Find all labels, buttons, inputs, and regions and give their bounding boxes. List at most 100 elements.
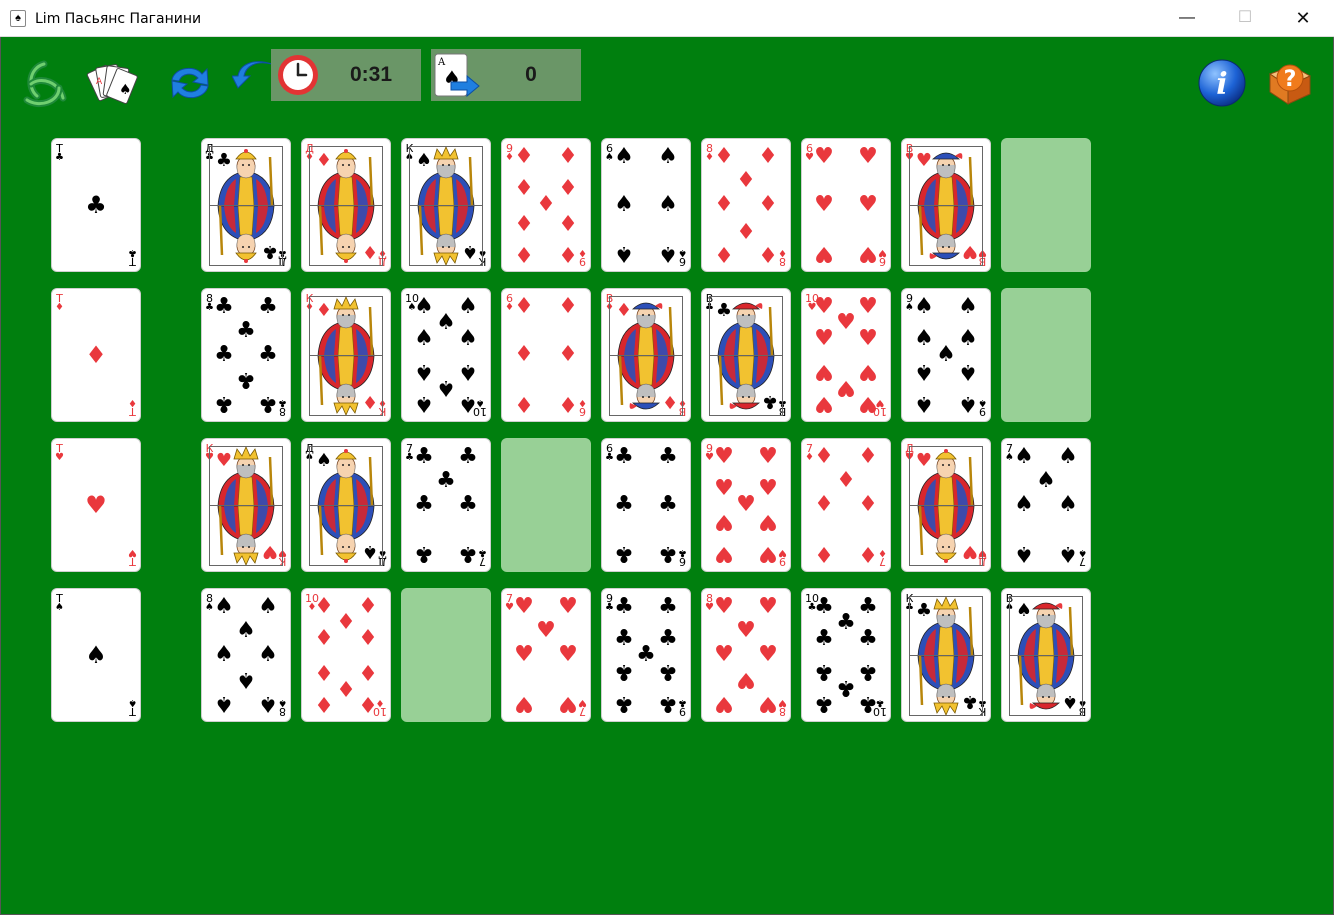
playing-card[interactable]: 10 ♠ 10 ♠ ♠ ♠ ♠ ♠ ♠ ♠ ♠ ♠ ♠ ♠ xyxy=(401,288,491,422)
face-suit-mark: ♥ xyxy=(261,541,279,562)
face-suit-mark: ♠ xyxy=(315,450,333,471)
playing-card[interactable]: 7 ♦ 7 ♦ ♦ ♦ ♦ ♦ ♦ ♦ ♦ xyxy=(801,438,891,572)
playing-card[interactable]: В ♣ В ♣ ♣ ♣ xyxy=(701,288,791,422)
playing-card[interactable]: 6 ♠ 6 ♠ ♠ ♠ ♠ ♠ ♠ ♠ xyxy=(601,138,691,272)
help-book-icon[interactable]: ? xyxy=(1266,60,1314,108)
card-pip: ♥ xyxy=(736,492,756,517)
empty-card-slot[interactable] xyxy=(401,588,491,722)
card-pip: ♣ xyxy=(858,659,878,684)
playing-card[interactable]: В ♥ В ♥ ♥ ♥ xyxy=(901,138,991,272)
playing-card[interactable]: 9 ♣ 9 ♣ ♣ ♣ ♣ ♣ ♣ ♣ ♣ ♣ ♣ xyxy=(601,588,691,722)
card-pip: ♥ xyxy=(758,509,778,534)
card-pip: ♦ xyxy=(814,492,834,517)
card-pip: ♥ xyxy=(858,391,878,416)
close-button[interactable]: ✕ xyxy=(1274,0,1332,37)
playing-card[interactable]: 7 ♥ 7 ♥ ♥ ♥ ♥ ♥ ♥ ♥ ♥ xyxy=(501,588,591,722)
card-pip: ♥ xyxy=(736,618,756,643)
card-pip: ♦ xyxy=(836,468,856,493)
card-pip: ♣ xyxy=(614,541,634,566)
playing-card[interactable]: К ♣ К ♣ ♣ ♣ xyxy=(901,588,991,722)
playing-card[interactable]: Д ♣ Д ♣ ♣ ♣ xyxy=(201,138,291,272)
card-suit: ♥ xyxy=(55,452,64,463)
portrait-divider xyxy=(910,655,982,656)
card-pip: ♠ xyxy=(214,642,234,667)
moves-value: 0 xyxy=(525,63,537,86)
card-pip: ♦ xyxy=(758,192,778,217)
redeal-arrows-icon[interactable] xyxy=(166,60,214,106)
svg-text:♠: ♠ xyxy=(119,82,132,98)
card-center-pip: ♦ xyxy=(85,341,107,369)
playing-card[interactable]: К ♥ К ♥ ♥ ♥ xyxy=(201,438,291,572)
playing-card[interactable]: 6 ♣ 6 ♣ ♣ ♣ ♣ ♣ ♣ ♣ xyxy=(601,438,691,572)
playing-card[interactable]: 10 ♦ 10 ♦ ♦ ♦ ♦ ♦ ♦ ♦ ♦ ♦ ♦ ♦ xyxy=(301,588,391,722)
card-suit: ♠ xyxy=(978,397,987,408)
card-index: Т ♠ xyxy=(128,697,137,718)
playing-card[interactable]: 6 ♦ 6 ♦ ♦ ♦ ♦ ♦ ♦ ♦ xyxy=(501,288,591,422)
card-index: 7 ♦ xyxy=(878,547,887,568)
playing-card[interactable]: 9 ♠ 9 ♠ ♠ ♠ ♠ ♠ ♠ ♠ ♠ ♠ ♠ xyxy=(901,288,991,422)
empty-card-slot[interactable] xyxy=(1001,138,1091,272)
card-pip: ♥ xyxy=(814,359,834,384)
portrait-divider xyxy=(410,205,482,206)
info-icon[interactable]: i xyxy=(1197,58,1247,108)
card-index: Т ♠ xyxy=(55,593,64,613)
playing-card[interactable]: 7 ♣ 7 ♣ ♣ ♣ ♣ ♣ ♣ ♣ ♣ xyxy=(401,438,491,572)
playing-card[interactable]: 9 ♥ 9 ♥ ♥ ♥ ♥ ♥ ♥ ♥ ♥ ♥ ♥ xyxy=(701,438,791,572)
card-pip: ♣ xyxy=(658,626,678,651)
card-pip: ♠ xyxy=(914,391,934,416)
card-pip: ♥ xyxy=(814,144,834,169)
card-pip: ♣ xyxy=(258,294,278,319)
card-suit: ♥ xyxy=(578,697,587,708)
foundation-ace-card[interactable]: Т ♥ Т ♥ ♥ xyxy=(51,438,141,572)
playing-card[interactable]: К ♦ К ♦ ♦ ♦ xyxy=(301,288,391,422)
playing-card[interactable]: 8 ♦ 8 ♦ ♦ ♦ ♦ ♦ ♦ ♦ ♦ ♦ xyxy=(701,138,791,272)
playing-card[interactable]: Д ♦ Д ♦ ♦ ♦ xyxy=(301,138,391,272)
new-deal-cards-icon[interactable]: A ♠ xyxy=(86,58,138,110)
foundation-ace-card[interactable]: Т ♠ Т ♠ ♠ xyxy=(51,588,141,722)
foundation-ace-card[interactable]: Т ♦ Т ♦ ♦ xyxy=(51,288,141,422)
empty-card-slot[interactable] xyxy=(501,438,591,572)
window-title: Lim Пасьянс Паганини xyxy=(35,11,202,27)
face-suit-mark: ♥ xyxy=(961,541,979,562)
cards-app-icon[interactable]: ♠ xyxy=(10,10,26,27)
playing-card[interactable]: 8 ♣ 8 ♣ ♣ ♣ ♣ ♣ ♣ ♣ ♣ ♣ xyxy=(201,288,291,422)
playing-card[interactable]: 7 ♠ 7 ♠ ♠ ♠ ♠ ♠ ♠ ♠ ♠ xyxy=(1001,438,1091,572)
playing-card[interactable]: 8 ♥ 8 ♥ ♥ ♥ ♥ ♥ ♥ ♥ ♥ ♥ xyxy=(701,588,791,722)
portrait-divider xyxy=(910,205,982,206)
portrait-divider xyxy=(1010,655,1082,656)
triskelion-menu-icon[interactable] xyxy=(19,58,69,110)
card-pip: ♦ xyxy=(314,691,334,716)
playing-card[interactable]: К ♠ К ♠ ♠ ♠ xyxy=(401,138,491,272)
card-pip: ♦ xyxy=(514,391,534,416)
playing-card[interactable]: Д ♠ Д ♠ ♠ ♠ xyxy=(301,438,391,572)
playing-card[interactable]: Д ♥ Д ♥ ♥ ♥ xyxy=(901,438,991,572)
card-pip: ♥ xyxy=(858,144,878,169)
foundation-ace-card[interactable]: Т ♣ Т ♣ ♣ xyxy=(51,138,141,272)
playing-card[interactable]: 6 ♥ 6 ♥ ♥ ♥ ♥ ♥ ♥ ♥ xyxy=(801,138,891,272)
card-suit: ♦ xyxy=(578,247,587,258)
card-suit: ♥ xyxy=(778,697,787,708)
playing-card[interactable]: 8 ♠ 8 ♠ ♠ ♠ ♠ ♠ ♠ ♠ ♠ ♠ xyxy=(201,588,291,722)
card-pip: ♣ xyxy=(836,610,856,635)
maximize-button[interactable]: ☐ xyxy=(1216,0,1274,37)
empty-card-slot[interactable] xyxy=(1001,288,1091,422)
undo-arrow-icon[interactable] xyxy=(231,58,273,94)
card-pip: ♠ xyxy=(1036,468,1056,493)
card-suit: ♦ xyxy=(778,247,787,258)
minimize-button[interactable]: — xyxy=(1158,0,1216,37)
card-pip: ♠ xyxy=(614,144,634,169)
card-index: 7 ♣ xyxy=(478,547,487,568)
card-pip: ♠ xyxy=(658,192,678,217)
face-suit-mark: ♦ xyxy=(315,150,333,171)
playing-card[interactable]: 10 ♣ 10 ♣ ♣ ♣ ♣ ♣ ♣ ♣ ♣ ♣ ♣ ♣ xyxy=(801,588,891,722)
playing-card[interactable]: В ♦ В ♦ ♦ ♦ xyxy=(601,288,691,422)
card-suit: ♠ xyxy=(55,602,64,613)
portrait-divider xyxy=(310,505,382,506)
card-pip: ♠ xyxy=(914,326,934,351)
card-pip: ♠ xyxy=(1058,541,1078,566)
playing-card[interactable]: В ♠ В ♠ ♠ ♠ xyxy=(1001,588,1091,722)
playing-card[interactable]: 10 ♥ 10 ♥ ♥ ♥ ♥ ♥ ♥ ♥ ♥ ♥ ♥ ♥ xyxy=(801,288,891,422)
playing-card[interactable]: 9 ♦ 9 ♦ ♦ ♦ ♦ ♦ ♦ ♦ ♦ ♦ ♦ xyxy=(501,138,591,272)
card-suit: ♥ xyxy=(878,247,887,258)
card-pip: ♠ xyxy=(236,667,256,692)
